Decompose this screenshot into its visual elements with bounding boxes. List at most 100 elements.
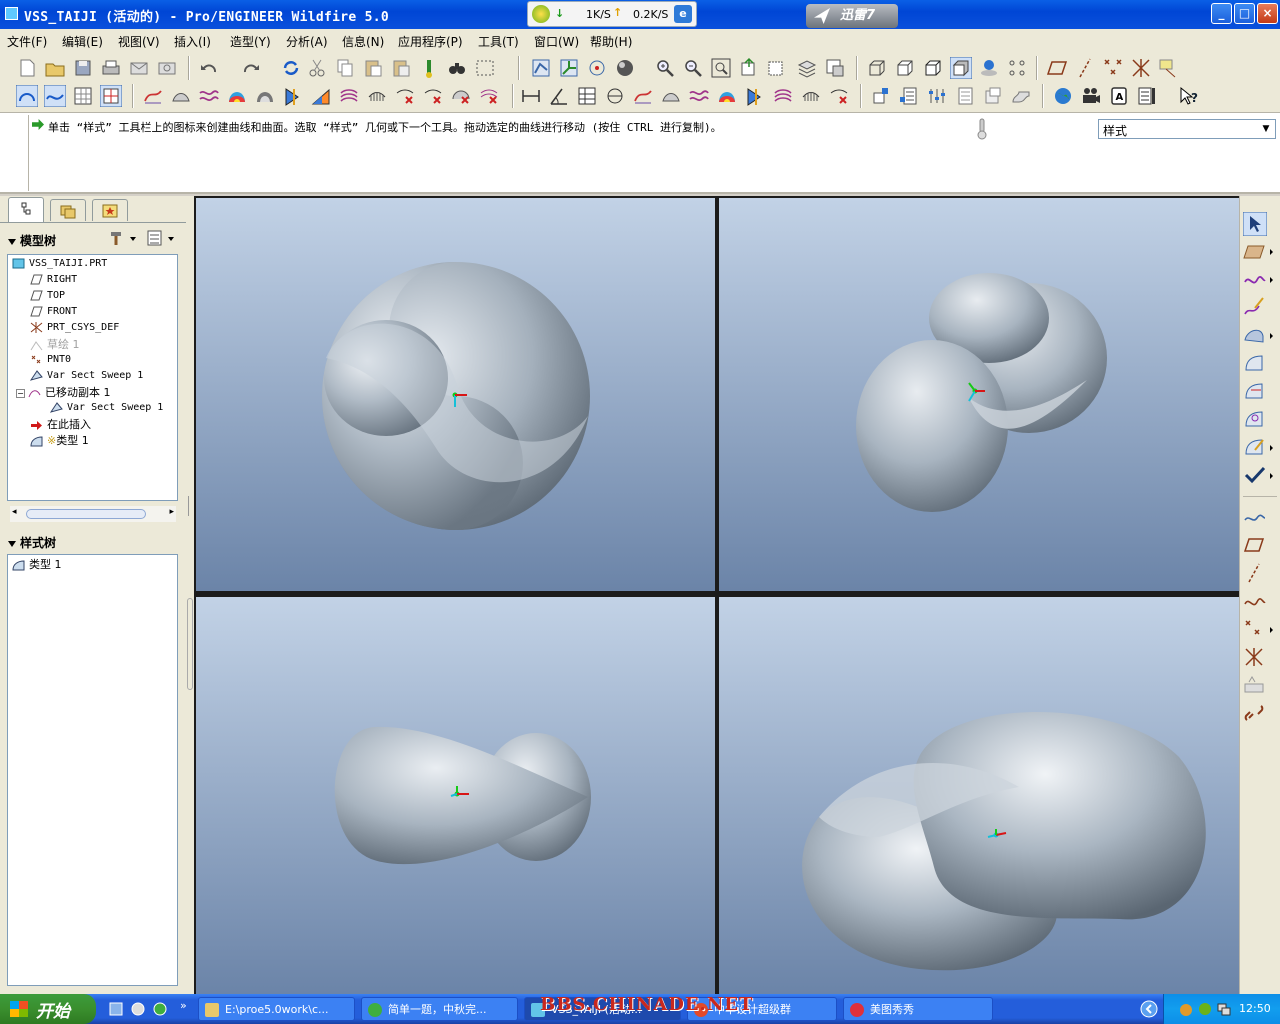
tree-show-icon[interactable] [146, 229, 178, 247]
csys-display-icon[interactable] [1130, 57, 1152, 79]
tree-item-front[interactable]: FRONT [30, 304, 77, 320]
save-icon[interactable] [72, 57, 94, 79]
wireframe-icon[interactable] [866, 57, 888, 79]
undo-icon[interactable] [198, 57, 220, 79]
style-curve-icon[interactable] [142, 85, 164, 107]
grid-display-icon[interactable] [72, 85, 94, 107]
tree-item-csys[interactable]: PRT_CSYS_DEF [30, 320, 119, 336]
model-tree-header[interactable]: 模型树 [8, 232, 56, 249]
surface-trim-icon[interactable] [1243, 380, 1267, 402]
view-manager2-icon[interactable] [824, 57, 846, 79]
datum-point-tool-icon[interactable] [1243, 618, 1277, 640]
slope-analysis-icon[interactable] [310, 85, 332, 107]
task-meitu[interactable]: 美图秀秀 [843, 997, 993, 1021]
video-icon[interactable] [1080, 85, 1102, 107]
style-tree-header[interactable]: 样式树 [8, 534, 56, 551]
xunlei7-badge[interactable]: 迅雷7 [806, 4, 898, 28]
print-icon[interactable] [100, 57, 122, 79]
layers-icon[interactable] [796, 57, 818, 79]
orient-icon[interactable] [558, 57, 580, 79]
scroll-left-icon[interactable]: ◂ [12, 507, 17, 517]
find-binoculars-icon[interactable] [446, 57, 468, 79]
view-visible-icon[interactable] [16, 85, 38, 107]
menu-analysis[interactable]: 分析(A) [286, 33, 328, 50]
refit-icon[interactable] [710, 57, 732, 79]
shade-analysis-icon[interactable] [254, 85, 276, 107]
parameters-icon[interactable] [926, 85, 948, 107]
udf-icon[interactable] [1010, 85, 1032, 107]
open-folder-icon[interactable] [44, 57, 66, 79]
csys-tool-icon[interactable] [1243, 646, 1267, 668]
viewport-top-left[interactable] [196, 198, 715, 591]
viewport-bottom-left[interactable] [196, 597, 715, 994]
datum-axis-tool-icon[interactable] [1243, 562, 1267, 584]
surface-edit-icon[interactable] [1243, 408, 1267, 430]
scroll-thumb[interactable] [26, 509, 146, 519]
create-curve-icon[interactable] [1243, 268, 1277, 290]
clear-analysis-icon[interactable] [828, 85, 850, 107]
xunlei-speed-float[interactable]: ↓ 1K/S ↑ 0.2K/S e [527, 1, 697, 27]
curvature-analysis-icon[interactable] [366, 85, 388, 107]
menu-tools[interactable]: 工具(T) [478, 33, 519, 50]
paste-special-icon[interactable] [390, 57, 412, 79]
spin-center-icon[interactable] [586, 57, 608, 79]
surface-tool-icon[interactable] [1243, 324, 1277, 346]
saved-orient-icon[interactable] [978, 57, 1000, 79]
send-mail-icon[interactable] [128, 57, 150, 79]
draft-check-icon[interactable] [744, 85, 766, 107]
view-manager-icon[interactable] [738, 57, 760, 79]
tab-folder-browser[interactable] [50, 199, 86, 221]
point-display-icon[interactable] [1102, 57, 1124, 79]
gaussian-icon[interactable] [716, 85, 738, 107]
offset-analysis-icon[interactable] [688, 85, 710, 107]
annotation-display-icon[interactable] [1158, 57, 1180, 79]
minimize-button[interactable]: _ [1211, 3, 1232, 24]
scroll-right-icon[interactable]: ▸ [169, 507, 174, 517]
maximize-button[interactable]: □ [1234, 3, 1255, 24]
paste-icon[interactable] [362, 57, 384, 79]
isophote-icon[interactable] [772, 85, 794, 107]
measure-area-icon[interactable] [576, 85, 598, 107]
axis-display-icon[interactable] [1074, 57, 1096, 79]
regenerate-icon[interactable] [280, 57, 302, 79]
link-chain-icon[interactable] [1243, 702, 1267, 724]
viewport-top-right[interactable] [719, 198, 1239, 591]
datum-curve-tool-icon[interactable] [1243, 590, 1267, 612]
quicklaunch-more-icon[interactable]: » [180, 999, 187, 1012]
graphics-window[interactable] [194, 196, 1239, 994]
task-explorer[interactable]: E:\proe5.0work\c... [198, 997, 355, 1021]
surface-icon[interactable] [170, 85, 192, 107]
web-browser-icon[interactable] [1052, 85, 1074, 107]
tray-expand-icon[interactable] [1140, 1000, 1158, 1018]
measure-distance-icon[interactable] [520, 85, 542, 107]
delete-all-sections-icon[interactable] [450, 85, 472, 107]
tray-cat-icon[interactable] [1178, 1001, 1194, 1017]
quicklaunch-desktop-icon[interactable] [108, 1001, 124, 1017]
tray-network-icon[interactable] [1216, 1001, 1232, 1017]
active-plane-icon[interactable] [100, 85, 122, 107]
ie-icon[interactable]: e [674, 5, 692, 23]
done-check-icon[interactable] [1243, 464, 1277, 486]
menu-styling[interactable]: 造型(Y) [230, 33, 271, 50]
tree-item-right[interactable]: RIGHT [30, 272, 77, 288]
tree-item-top[interactable]: TOP [30, 288, 65, 304]
relations-icon[interactable] [898, 85, 920, 107]
new-file-icon[interactable] [16, 57, 38, 79]
surface-connect-icon[interactable] [1243, 352, 1267, 374]
tree-item-sweep[interactable]: Var Sect Sweep 1 [30, 368, 143, 384]
menu-info[interactable]: 信息(N) [342, 33, 384, 50]
section-tool-icon[interactable] [660, 85, 682, 107]
viewport-bottom-right[interactable] [719, 597, 1239, 994]
param-icon[interactable] [418, 57, 440, 79]
tree-item-insert-here[interactable]: 在此插入 [30, 416, 91, 432]
shading-icon[interactable] [950, 57, 972, 79]
hidden-line-icon[interactable] [894, 57, 916, 79]
section-analysis-icon[interactable] [338, 85, 360, 107]
delete-all-curvature-icon[interactable] [422, 85, 444, 107]
select-box-icon[interactable] [474, 57, 496, 79]
context-help-icon[interactable]: ? [1178, 85, 1200, 107]
reflect-analysis-icon[interactable] [226, 85, 248, 107]
menu-applications[interactable]: 应用程序(P) [398, 33, 463, 50]
delete-analysis-icon[interactable] [394, 85, 416, 107]
quicklaunch-360-icon[interactable] [152, 1001, 168, 1017]
